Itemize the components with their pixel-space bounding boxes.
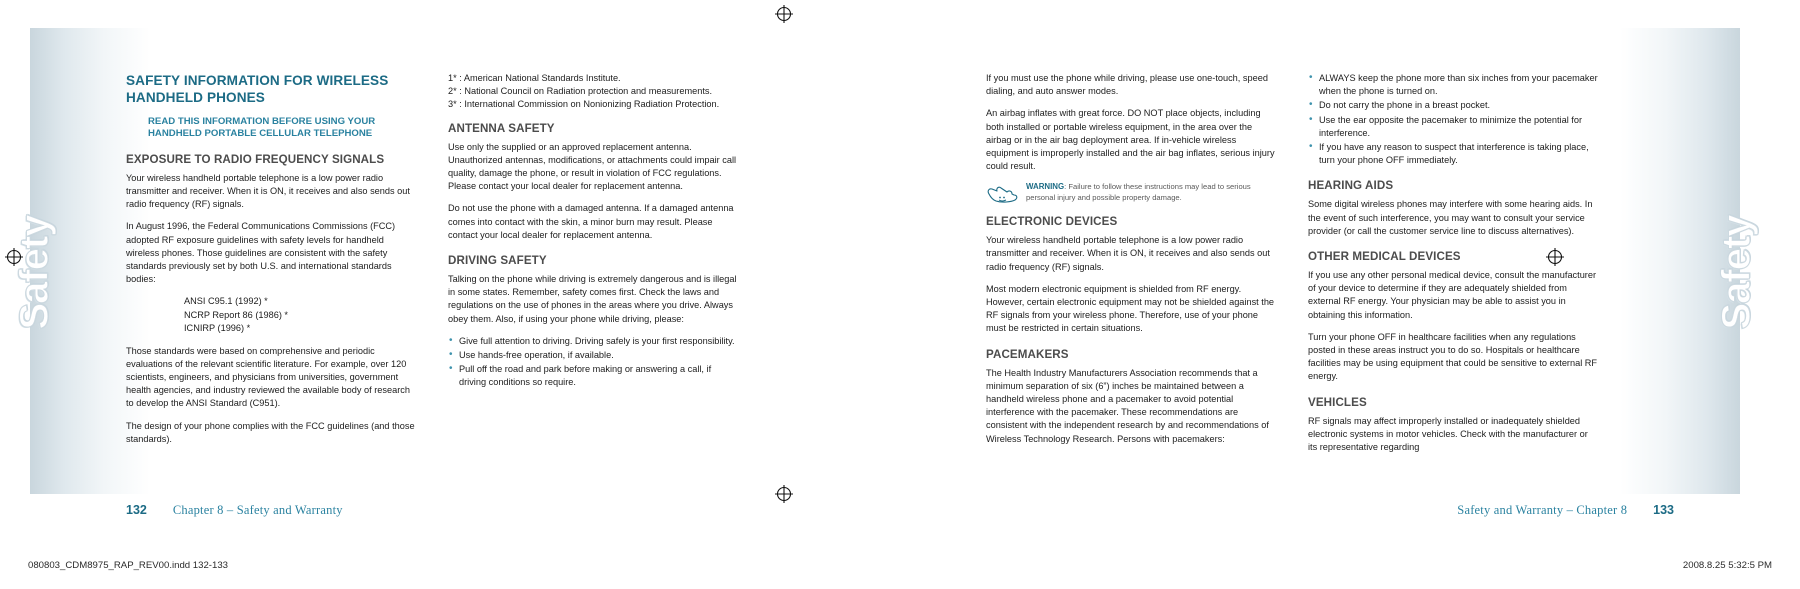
standards-list: ANSI C95.1 (1992) * NCRP Report 86 (1986… xyxy=(126,295,416,335)
heading-vehicles: VEHICLES xyxy=(1308,395,1367,409)
paragraph: Your wireless handheld portable telephon… xyxy=(126,172,410,210)
side-tab-right: Safety xyxy=(1714,215,1759,330)
paragraph: Some digital wireless phones may interfe… xyxy=(1308,199,1593,236)
heading-exposure-to-rf: EXPOSURE TO RADIO FREQUENCY SIGNALS xyxy=(126,152,385,166)
page-spread: Safety Safety SAFETY INFORMATION FOR WIR… xyxy=(0,0,1800,589)
paragraph: The Health Industry Manufacturers Associ… xyxy=(986,367,1269,444)
list-item: Give full attention to driving. Driving … xyxy=(448,334,738,348)
footnote: 1* : American National Standards Institu… xyxy=(448,73,621,83)
heading-pacemakers: PACEMAKERS xyxy=(986,347,1069,361)
page-number: 133 xyxy=(1653,503,1674,517)
print-info-left: 080803_CDM8975_RAP_REV00.indd 132-133 xyxy=(28,560,229,571)
print-info-right: 2008.8.25 5:32:5 PM xyxy=(1682,560,1772,571)
warning-hand-icon xyxy=(986,182,1020,204)
column-3: If you must use the phone while driving,… xyxy=(986,72,1276,455)
column-2: 1* : American National Standards Institu… xyxy=(448,72,738,399)
paragraph: Turn your phone OFF in healthcare facili… xyxy=(1308,331,1598,382)
paragraph: RF signals may affect improperly install… xyxy=(1308,415,1588,453)
footer-chapter-label: Safety and Warranty – Chapter 8 xyxy=(1457,503,1628,517)
paragraph: Do not use the phone with a damaged ante… xyxy=(448,203,734,240)
paragraph: Your wireless handheld portable telephon… xyxy=(986,235,1270,272)
column-4: ALWAYS keep the phone more than six inch… xyxy=(1308,71,1598,463)
page-number: 132 xyxy=(126,503,147,517)
registration-mark-bottom xyxy=(775,485,793,503)
heading-antenna-safety: ANTENNA SAFETY xyxy=(448,121,555,135)
warning-label: WARNING xyxy=(1026,182,1065,192)
list-item: Pull off the road and park before making… xyxy=(448,362,738,389)
paragraph: If you must use the phone while driving,… xyxy=(986,73,1268,97)
list-item: Use hands-free operation, if available. xyxy=(448,348,738,362)
right-page-footer: Safety and Warranty – Chapter 8 133 xyxy=(1457,501,1674,519)
list-item: ANSI C95.1 (1992) * xyxy=(184,296,268,307)
footer-chapter-label: Chapter 8 – Safety and Warranty xyxy=(172,503,343,517)
heading-driving-safety: DRIVING SAFETY xyxy=(448,254,547,268)
pacemaker-bullets: ALWAYS keep the phone more than six inch… xyxy=(1308,71,1598,167)
paragraph: An airbag inflates with great force. DO … xyxy=(986,108,1275,172)
main-title: SAFETY INFORMATION FOR WIRELESS HANDHELD… xyxy=(126,73,389,105)
paragraph: The design of your phone complies with t… xyxy=(126,420,415,444)
driving-safety-bullets: Give full attention to driving. Driving … xyxy=(448,334,738,390)
side-tab-left: Safety xyxy=(12,215,57,330)
list-item: ICNIRP (1996) * xyxy=(184,323,251,334)
paragraph: If you use any other personal medical de… xyxy=(1308,270,1597,320)
left-page-footer: 132 Chapter 8 – Safety and Warranty xyxy=(126,501,343,519)
heading-other-medical-devices: OTHER MEDICAL DEVICES xyxy=(1308,250,1461,264)
heading-hearing-aids: HEARING AIDS xyxy=(1308,179,1394,193)
paragraph: In August 1996, the Federal Communicatio… xyxy=(126,221,396,285)
sub-title: READ THIS INFORMATION BEFORE USING YOUR … xyxy=(148,116,376,140)
list-item: If you have any reason to suspect that i… xyxy=(1308,140,1598,167)
list-item: Do not carry the phone in a breast pocke… xyxy=(1308,98,1598,112)
list-item: Use the ear opposite the pacemaker to mi… xyxy=(1308,113,1598,140)
list-item: NCRP Report 86 (1986) * xyxy=(184,309,289,320)
column-1: SAFETY INFORMATION FOR WIRELESS HANDHELD… xyxy=(126,72,416,455)
paragraph: Those standards were based on comprehens… xyxy=(126,345,410,409)
paragraph: Use only the supplied or an approved rep… xyxy=(448,141,737,192)
list-item: ALWAYS keep the phone more than six inch… xyxy=(1308,71,1598,98)
heading-electronic-devices: ELECTRONIC DEVICES xyxy=(986,215,1118,229)
registration-mark-top xyxy=(775,5,793,23)
paragraph: Most modern electronic equipment is shie… xyxy=(986,283,1275,334)
footnote: 3* : International Commission on Nonioni… xyxy=(448,99,720,110)
warning-callout: WARNING: Failure to follow these instruc… xyxy=(986,182,1276,204)
paragraph: Talking on the phone while driving is ex… xyxy=(448,274,737,324)
footnote: 2* : National Council on Radiation prote… xyxy=(448,86,713,97)
